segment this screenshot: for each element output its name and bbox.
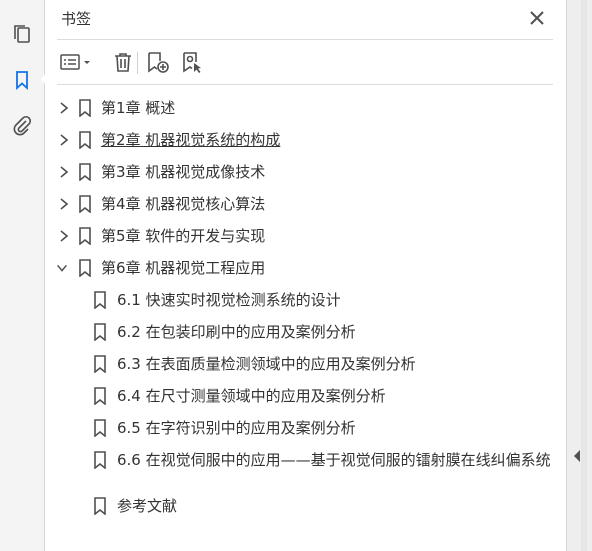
chevron-right-icon[interactable] (57, 196, 71, 212)
bookmark-icon (79, 131, 91, 149)
bookmark-item[interactable]: 6.3 在表面质量检测领域中的应用及案例分析 (45, 348, 565, 380)
chevron-down-icon (84, 61, 90, 64)
bookmark-label: 6.2 在包装印刷中的应用及案例分析 (117, 323, 356, 341)
bookmark-item[interactable]: 6.6 在视觉伺服中的应用——基于视觉伺服的镭射膜在线纠偏系统 (45, 444, 565, 490)
collapse-panel-icon[interactable] (572, 449, 582, 463)
bookmark-icon (79, 259, 91, 277)
bookmark-item[interactable]: 第1章 概述 (45, 92, 565, 124)
bookmark-icon (94, 323, 106, 341)
bookmarks-panel: 书签 第1章 概述 第2章 机器视觉系统的构成 第3章 机器视觉成像技术 第4章… (45, 0, 565, 551)
bookmark-label: 第4章 机器视觉核心算法 (101, 195, 266, 213)
bookmark-icon (94, 291, 106, 309)
bookmark-label: 第1章 概述 (101, 99, 176, 117)
toolbar-separator (137, 52, 138, 74)
bookmark-item[interactable]: 6.4 在尺寸测量领域中的应用及案例分析 (45, 380, 565, 412)
options-menu-button[interactable] (59, 48, 95, 76)
bookmark-icon (79, 99, 91, 117)
bookmark-label: 6.1 快速实时视觉检测系统的设计 (117, 291, 341, 309)
bookmark-item[interactable]: 第3章 机器视觉成像技术 (45, 156, 565, 188)
new-bookmark-icon[interactable] (145, 48, 171, 76)
bookmark-label: 参考文献 (117, 497, 178, 515)
bookmark-icon (79, 227, 91, 245)
bookmark-label: 第6章 机器视觉工程应用 (101, 259, 266, 277)
chevron-down-icon[interactable] (55, 260, 69, 276)
attachment-icon[interactable] (8, 112, 36, 140)
chevron-right-icon[interactable] (57, 132, 71, 148)
bookmark-icon[interactable] (8, 66, 36, 94)
options-menu-icon (60, 54, 80, 70)
bookmark-icon (94, 419, 106, 437)
chevron-right-icon[interactable] (57, 164, 71, 180)
bookmark-icon (79, 163, 91, 181)
pages-icon[interactable] (8, 20, 36, 48)
bookmark-icon (94, 387, 106, 405)
bookmark-item[interactable]: 第2章 机器视觉系统的构成 (45, 124, 565, 156)
panel-title: 书签 (61, 10, 92, 28)
delete-icon[interactable] (111, 48, 135, 76)
bookmark-item[interactable]: 6.1 快速实时视觉检测系统的设计 (45, 284, 565, 316)
bookmark-item[interactable]: 6.2 在包装印刷中的应用及案例分析 (45, 316, 565, 348)
navigation-rail (0, 0, 47, 551)
panel-scrollbar[interactable] (566, 0, 592, 551)
divider (57, 84, 553, 85)
bookmark-label: 第3章 机器视觉成像技术 (101, 163, 266, 181)
bookmark-item[interactable]: 第5章 软件的开发与实现 (45, 220, 565, 252)
bookmark-icon (79, 195, 91, 213)
bookmark-label: 6.6 在视觉伺服中的应用——基于视觉伺服的镭射膜在线纠偏系统 (117, 451, 551, 469)
chevron-right-icon[interactable] (57, 100, 71, 116)
bookmark-label: 6.4 在尺寸测量领域中的应用及案例分析 (117, 387, 386, 405)
bookmark-from-structure-icon[interactable] (179, 48, 205, 76)
bookmark-icon (94, 355, 106, 373)
chevron-right-icon[interactable] (57, 228, 71, 244)
bookmark-label: 第2章 机器视觉系统的构成 (101, 131, 281, 149)
bookmark-label: 第5章 软件的开发与实现 (101, 227, 266, 245)
bookmark-item[interactable]: 第6章 机器视觉工程应用 (45, 252, 565, 284)
bookmark-item[interactable]: 第4章 机器视觉核心算法 (45, 188, 565, 220)
bookmark-icon (94, 451, 106, 469)
bookmark-label: 6.5 在字符识别中的应用及案例分析 (117, 419, 356, 437)
bookmark-label: 6.3 在表面质量检测领域中的应用及案例分析 (117, 355, 416, 373)
divider (57, 39, 553, 40)
close-icon[interactable] (527, 8, 547, 28)
scroll-track[interactable] (581, 0, 587, 551)
bookmark-icon (94, 497, 106, 515)
bookmark-item[interactable]: 参考文献 (45, 490, 565, 522)
bookmark-item[interactable]: 6.5 在字符识别中的应用及案例分析 (45, 412, 565, 444)
